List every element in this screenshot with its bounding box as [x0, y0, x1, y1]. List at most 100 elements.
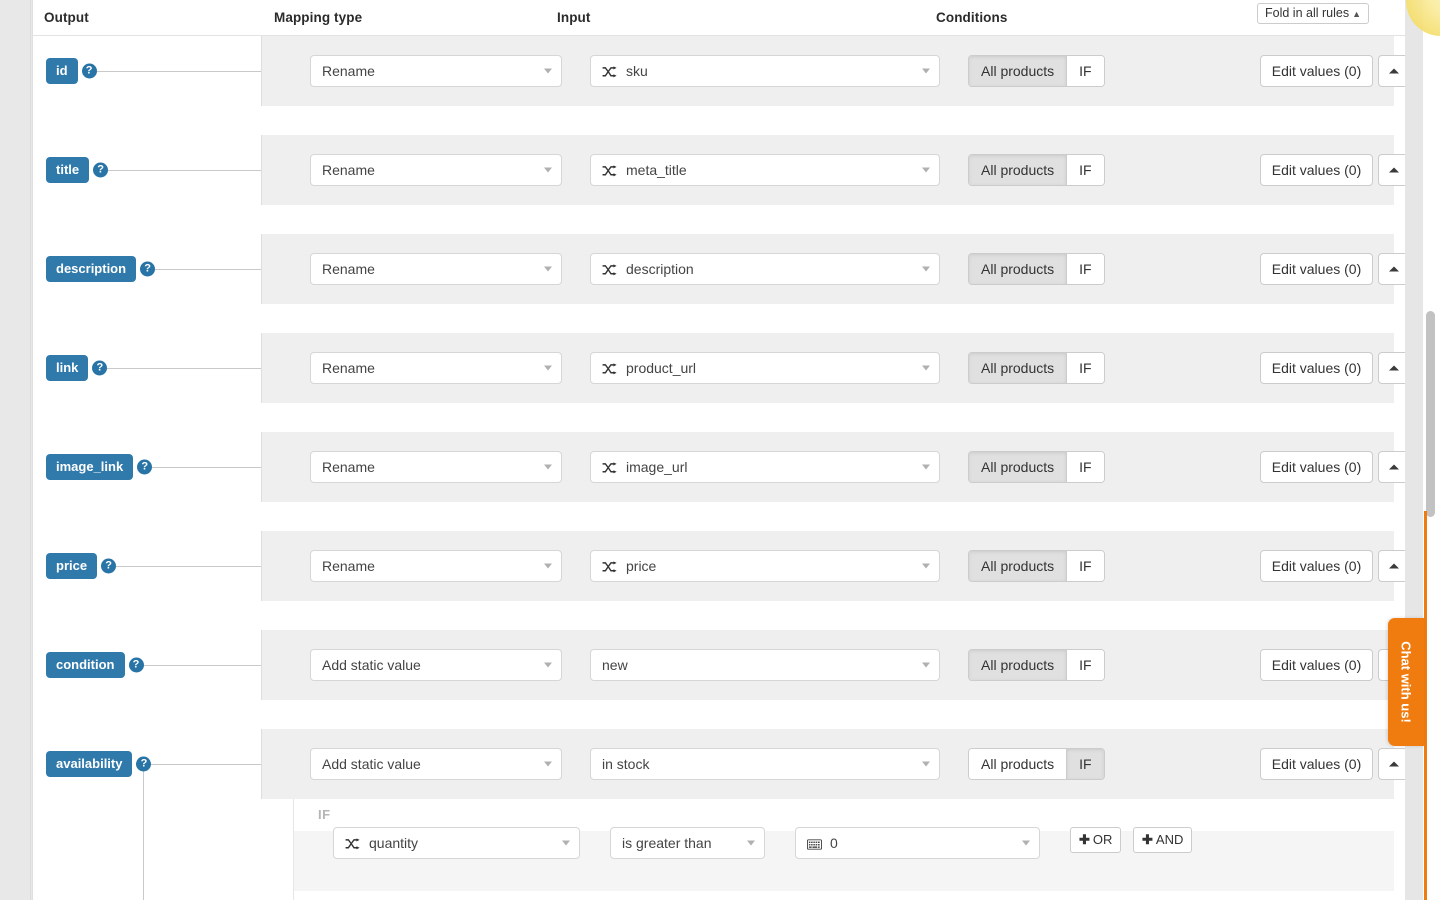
condition-operator-select[interactable]: is greater than	[610, 827, 765, 859]
fold-in-all-rules-button[interactable]: Fold in all rules▲	[1257, 3, 1369, 24]
collapse-rule-button[interactable]	[1378, 748, 1405, 780]
edit-values-button[interactable]: Edit values (0)	[1260, 154, 1373, 186]
chat-widget-rail	[1424, 511, 1427, 900]
input-field-value: meta_title	[626, 162, 687, 178]
if-toggle[interactable]: IF	[1066, 254, 1103, 284]
if-toggle[interactable]: IF	[1066, 650, 1103, 680]
if-toggle[interactable]: IF	[1066, 56, 1103, 86]
help-icon[interactable]: ?	[92, 361, 107, 376]
mapping-type-select[interactable]: Rename	[310, 550, 562, 582]
edit-values-button[interactable]: Edit values (0)	[1260, 451, 1373, 483]
help-icon[interactable]: ?	[93, 163, 108, 178]
if-toggle[interactable]: IF	[1066, 749, 1103, 779]
collapse-rule-button[interactable]	[1378, 451, 1405, 483]
collapse-rule-button[interactable]	[1378, 352, 1405, 384]
all-products-toggle[interactable]: All products	[969, 551, 1066, 581]
help-icon[interactable]: ?	[82, 64, 97, 79]
output-field-chip[interactable]: id	[46, 58, 78, 84]
if-toggle[interactable]: IF	[1066, 551, 1103, 581]
output-field-chip[interactable]: title	[46, 157, 89, 183]
output-field-label: id	[56, 63, 68, 78]
chevron-down-icon	[544, 168, 552, 173]
mapping-type-select[interactable]: Rename	[310, 253, 562, 285]
mapping-type-select[interactable]: Rename	[310, 352, 562, 384]
all-products-toggle[interactable]: All products	[969, 155, 1066, 185]
edit-values-button[interactable]: Edit values (0)	[1260, 55, 1373, 87]
all-products-toggle[interactable]: All products	[969, 749, 1066, 779]
all-products-toggle[interactable]: All products	[969, 650, 1066, 680]
condition-value-select[interactable]: 0	[795, 827, 1040, 859]
add-and-condition-button[interactable]: ✚AND	[1133, 827, 1192, 853]
output-field-chip[interactable]: image_link	[46, 454, 133, 480]
help-icon[interactable]: ?	[137, 460, 152, 475]
input-field-select[interactable]: image_url	[590, 451, 940, 483]
output-field-cell: id?	[33, 36, 261, 106]
edit-values-label: Edit values (0)	[1272, 657, 1361, 673]
input-field-select[interactable]: meta_title	[590, 154, 940, 186]
input-field-select[interactable]: new	[590, 649, 940, 681]
help-icon[interactable]: ?	[140, 262, 155, 277]
input-field-select[interactable]: description	[590, 253, 940, 285]
edit-values-label: Edit values (0)	[1272, 756, 1361, 772]
input-field-select[interactable]: product_url	[590, 352, 940, 384]
condition-field-select[interactable]: quantity	[333, 827, 580, 859]
collapse-rule-button[interactable]	[1378, 55, 1405, 87]
if-toggle[interactable]: IF	[1066, 452, 1103, 482]
mapping-type-value: Rename	[322, 459, 375, 475]
help-icon[interactable]: ?	[136, 757, 151, 772]
edit-values-button[interactable]: Edit values (0)	[1260, 253, 1373, 285]
edit-values-button[interactable]: Edit values (0)	[1260, 748, 1373, 780]
mapping-type-select[interactable]: Rename	[310, 55, 562, 87]
mapping-rule-body: image_link? Rename image_url All productsIF…	[33, 432, 1405, 502]
if-toggle[interactable]: IF	[1066, 155, 1103, 185]
add-or-label: OR	[1093, 832, 1113, 847]
chat-with-us-tab[interactable]: Chat with us!	[1388, 618, 1424, 746]
output-field-chip[interactable]: link	[46, 355, 88, 381]
output-field-label: availability	[56, 756, 122, 771]
all-products-toggle[interactable]: All products	[969, 56, 1066, 86]
mapping-rules-panel: Output Mapping type Input Conditions Fol…	[32, 0, 1405, 900]
chevron-down-icon	[922, 366, 930, 371]
edit-values-label: Edit values (0)	[1272, 162, 1361, 178]
caret-up-icon	[1389, 168, 1399, 173]
mapping-rule-body: description? Rename description All product…	[33, 234, 1405, 304]
output-field-chip[interactable]: price	[46, 553, 97, 579]
edit-values-button[interactable]: Edit values (0)	[1260, 649, 1373, 681]
collapse-rule-button[interactable]	[1378, 550, 1405, 582]
all-products-toggle[interactable]: All products	[969, 452, 1066, 482]
mapping-type-select[interactable]: Rename	[310, 451, 562, 483]
collapse-rule-button[interactable]	[1378, 253, 1405, 285]
all-products-toggle[interactable]: All products	[969, 353, 1066, 383]
output-field-chip[interactable]: description	[46, 256, 136, 282]
add-or-condition-button[interactable]: ✚OR	[1070, 827, 1121, 853]
shuffle-icon	[345, 830, 360, 859]
collapse-rule-button[interactable]	[1378, 154, 1405, 186]
if-toggle[interactable]: IF	[1066, 353, 1103, 383]
input-field-select[interactable]: price	[590, 550, 940, 582]
rule-separator	[33, 601, 1405, 630]
input-field-select[interactable]: in stock	[590, 748, 940, 780]
edit-values-button[interactable]: Edit values (0)	[1260, 550, 1373, 582]
help-icon[interactable]: ?	[129, 658, 144, 673]
mapping-rule-row: description? Rename description All product…	[33, 234, 1405, 333]
mapping-type-select[interactable]: Add static value	[310, 748, 562, 780]
all-products-toggle[interactable]: All products	[969, 254, 1066, 284]
mapping-type-select[interactable]: Rename	[310, 154, 562, 186]
mapping-type-select[interactable]: Add static value	[310, 649, 562, 681]
edit-values-button[interactable]: Edit values (0)	[1260, 352, 1373, 384]
output-field-chip[interactable]: condition	[46, 652, 125, 678]
output-field-chip[interactable]: availability	[46, 751, 132, 777]
mapping-type-value: Rename	[322, 162, 375, 178]
input-field-value: in stock	[602, 756, 649, 772]
input-field-select[interactable]: sku	[590, 55, 940, 87]
rule-connector-line	[145, 467, 261, 468]
condition-mode-toggle: All productsIF	[968, 550, 1105, 582]
mapping-rule-body: condition? Add static value new All product…	[33, 630, 1405, 700]
help-icon[interactable]: ?	[101, 559, 116, 574]
output-field-cell: link?	[33, 333, 261, 403]
rule-connector-line	[137, 665, 262, 666]
vertical-scrollbar-thumb[interactable]	[1426, 311, 1435, 517]
shuffle-icon	[602, 454, 617, 483]
output-field-label: price	[56, 558, 87, 573]
output-field-cell: description?	[33, 234, 261, 304]
